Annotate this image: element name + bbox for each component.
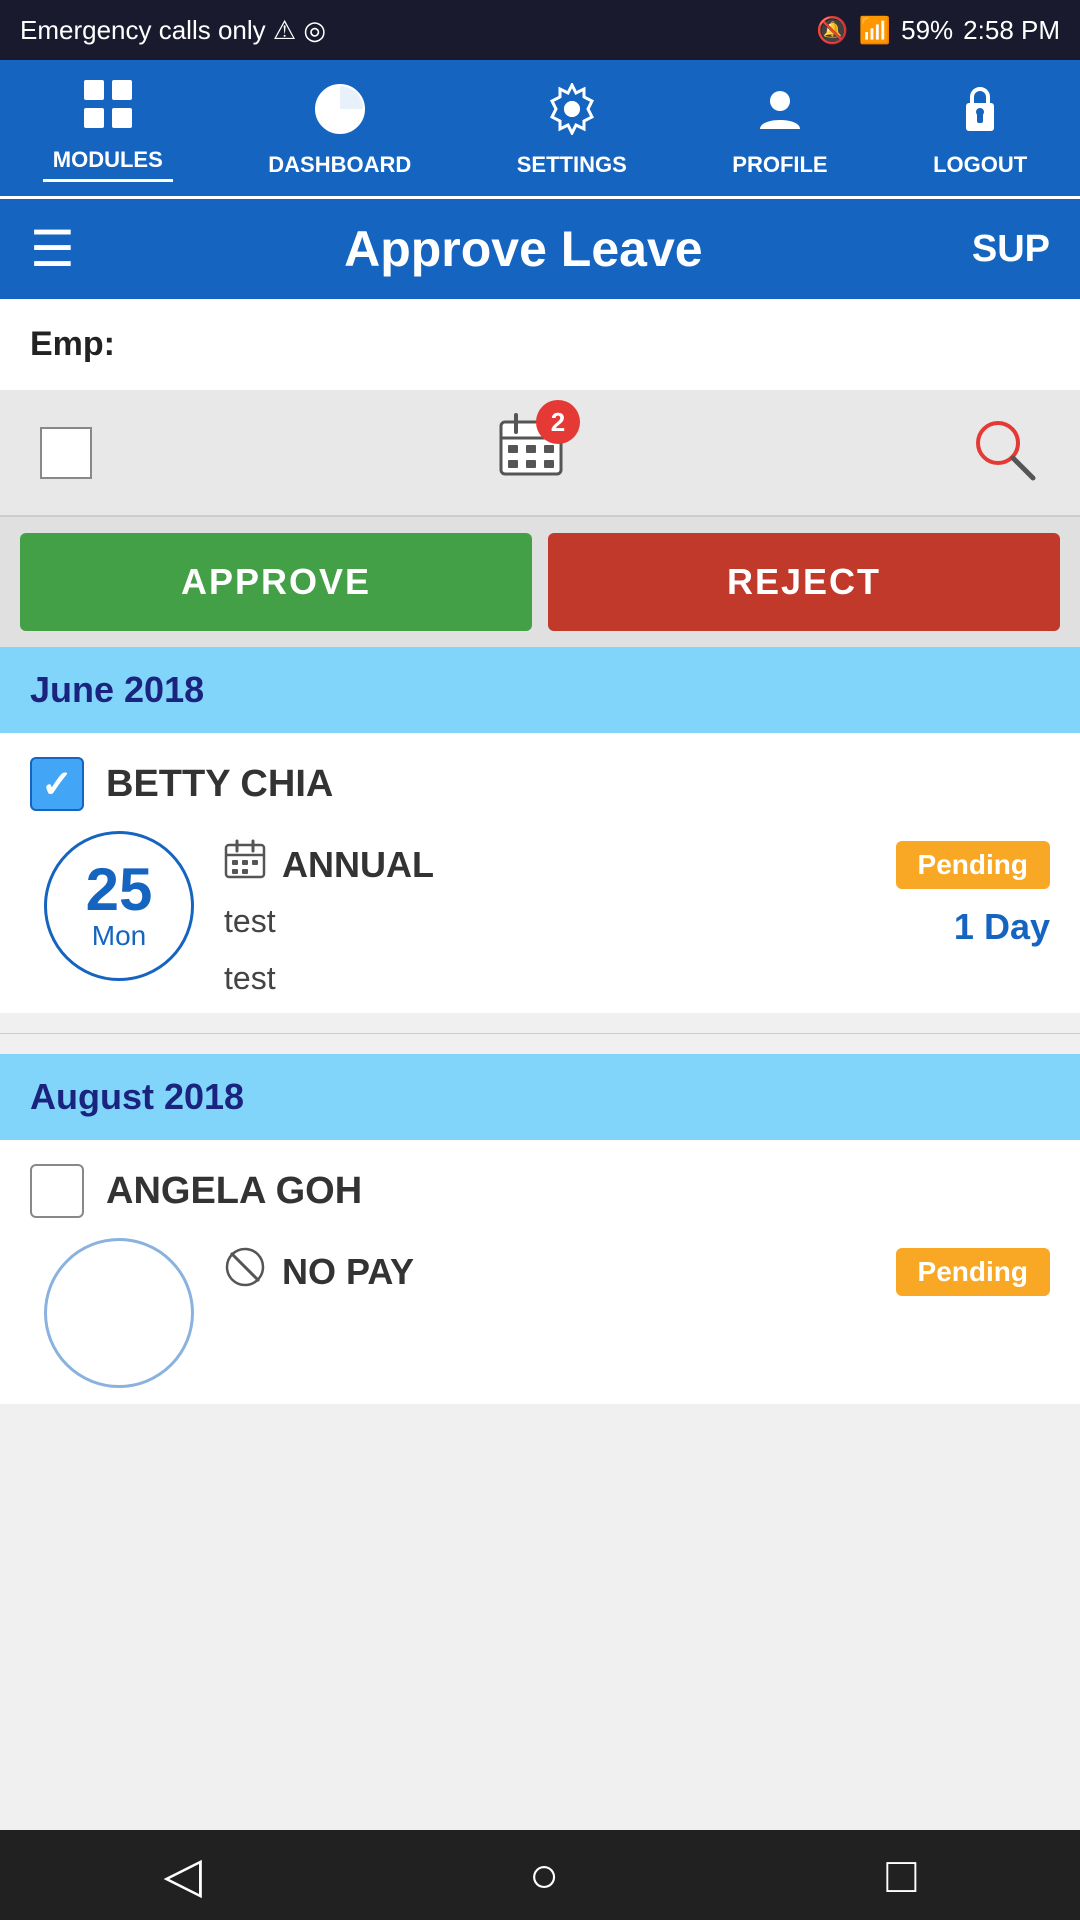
filter-bar: 2 (0, 390, 1080, 517)
month-label-august: August 2018 (30, 1076, 244, 1117)
date-circle-angela (44, 1238, 194, 1388)
logout-icon (958, 83, 1002, 144)
search-button[interactable] (970, 415, 1040, 490)
filter-badge-count: 2 (536, 400, 580, 444)
month-header-june: June 2018 (0, 647, 1080, 733)
time-text: 2:58 PM (963, 15, 1060, 46)
nav-dashboard[interactable]: DASHBOARD (258, 83, 421, 178)
menu-button[interactable]: ☰ (30, 224, 75, 274)
bottom-nav: ◁ ○ □ (0, 1830, 1080, 1920)
top-nav: MODULES DASHBOARD SETTINGS (0, 60, 1080, 199)
leave-type-text-angela: NO PAY (282, 1251, 414, 1293)
profile-icon (754, 83, 806, 144)
leave-type-icon-betty (224, 839, 266, 891)
filter-badge-button[interactable]: 2 (496, 410, 566, 495)
leave-type-row-angela: NO PAY Pending (224, 1246, 1050, 1298)
leave-type-row-betty: ANNUAL Pending (224, 839, 1050, 891)
leave-type-inner-betty: ANNUAL (224, 839, 434, 891)
back-button[interactable]: ◁ (164, 1846, 202, 1904)
action-buttons-bar: APPROVE REJECT (0, 517, 1080, 647)
nav-modules-label: MODULES (53, 147, 163, 173)
emp-name-angela: ANGELA GOH (106, 1170, 362, 1213)
date-weekday-betty: Mon (92, 920, 146, 952)
status-badge-betty: Pending (896, 841, 1050, 889)
nav-profile[interactable]: PROFILE (722, 83, 837, 178)
leave-note1-betty: test (224, 903, 276, 940)
status-right: 🔕 📶 59% 2:58 PM (816, 15, 1060, 46)
status-left: Emergency calls only ⚠ ◎ (20, 15, 326, 46)
nav-settings[interactable]: SETTINGS (507, 83, 637, 178)
emp-bar: Emp: (0, 299, 1080, 390)
date-circle-betty: 25 Mon (44, 831, 194, 981)
emp-checkbox-betty[interactable]: ✓ (30, 757, 84, 811)
leave-item-angela: ANGELA GOH NO PAY Pending (0, 1140, 1080, 1404)
emp-checkbox-angela[interactable] (30, 1164, 84, 1218)
leave-info-angela: NO PAY Pending (224, 1238, 1050, 1310)
leave-type-inner-angela: NO PAY (224, 1246, 414, 1298)
user-initials: SUP (972, 228, 1050, 271)
leave-info-betty: ANNUAL Pending test 1 Day test (224, 831, 1050, 997)
reject-button[interactable]: REJECT (548, 533, 1060, 631)
leave-type-icon-angela (224, 1246, 266, 1298)
status-left-text: Emergency calls only ⚠ ◎ (20, 15, 326, 46)
approve-button[interactable]: APPROVE (20, 533, 532, 631)
emp-label: Emp: (30, 325, 115, 363)
month-header-august: August 2018 (0, 1054, 1080, 1140)
leave-days-betty: 1 Day (954, 906, 1050, 948)
leave-item-betty: ✓ BETTY CHIA 25 Mon (0, 733, 1080, 1013)
home-button[interactable]: ○ (529, 1846, 559, 1904)
leave-note2-betty: test (224, 960, 1050, 997)
select-all-checkbox[interactable] (40, 427, 92, 479)
emp-name-betty: BETTY CHIA (106, 763, 333, 806)
leave-detail-angela: NO PAY Pending (30, 1238, 1050, 1388)
nav-modules[interactable]: MODULES (43, 78, 173, 182)
nav-dashboard-label: DASHBOARD (268, 152, 411, 178)
month-label-june: June 2018 (30, 669, 204, 710)
nav-logout-label: LOGOUT (933, 152, 1027, 178)
nav-logout[interactable]: LOGOUT (923, 83, 1037, 178)
leave-type-text-betty: ANNUAL (282, 844, 434, 886)
employee-row-angela: ANGELA GOH (30, 1164, 1050, 1218)
wifi-icon: 📶 (859, 15, 891, 46)
settings-icon (546, 83, 598, 144)
section-divider (0, 1033, 1080, 1034)
date-day-betty: 25 (86, 860, 153, 920)
page-header: ☰ Approve Leave SUP (0, 199, 1080, 299)
nav-settings-label: SETTINGS (517, 152, 627, 178)
nav-profile-label: PROFILE (732, 152, 827, 178)
modules-icon (82, 78, 134, 139)
check-icon-betty: ✓ (41, 762, 73, 807)
status-badge-angela: Pending (896, 1248, 1050, 1296)
employee-row-betty: ✓ BETTY CHIA (30, 757, 1050, 811)
mute-icon: 🔕 (816, 15, 848, 46)
status-bar: Emergency calls only ⚠ ◎ 🔕 📶 59% 2:58 PM (0, 0, 1080, 60)
page-title: Approve Leave (344, 220, 702, 278)
leave-detail-betty: 25 Mon (30, 831, 1050, 997)
battery-text: 59% (901, 15, 953, 46)
dashboard-icon (314, 83, 366, 144)
recent-button[interactable]: □ (886, 1846, 916, 1904)
